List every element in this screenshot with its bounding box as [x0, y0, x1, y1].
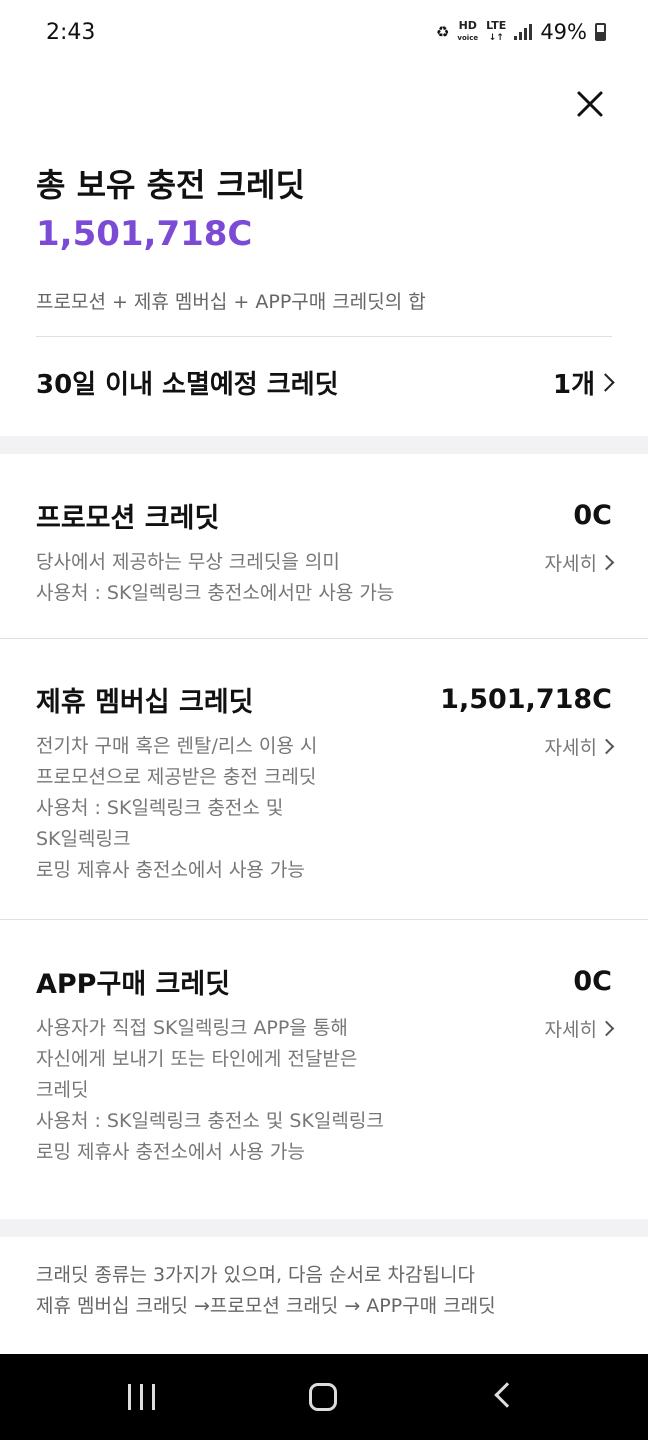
- divider: [36, 336, 612, 337]
- chevron-right-icon: [598, 1020, 615, 1037]
- description-line: 크레딧: [36, 1079, 89, 1101]
- section-description: 당사에서 제공하는 무상 크레딧을 의미 사용처 : SK일렉링크 충전소에서만…: [36, 547, 394, 609]
- expiring-credits-count-wrap: 1개: [552, 364, 615, 401]
- recycle-icon: ♻: [435, 23, 450, 41]
- total-credit-amount: 1,501,718C: [36, 214, 253, 254]
- description-line: 전기차 구매 혹은 렌탈/리스 이용 시: [36, 735, 318, 757]
- status-bar: 2:43 ♻ HD voice LTE ↓↑ 49%: [0, 0, 648, 66]
- close-button[interactable]: [570, 84, 610, 124]
- lte-label: LTE: [486, 19, 507, 32]
- description-line: 자신에게 보내기 또는 타인에게 전달받은: [36, 1048, 358, 1070]
- expiring-credits-row[interactable]: 30일 이내 소멸예정 크레딧 1개: [36, 360, 615, 404]
- section-value: 0C: [573, 966, 612, 997]
- chevron-right-icon: [598, 738, 615, 755]
- note-line: 제휴 멤버십 크래딧 →프로모션 크래딧 → APP구매 크래딧: [36, 1295, 496, 1317]
- description-line: 사용자가 직접 SK일렉링크 APP을 통해: [36, 1017, 348, 1039]
- details-label: 자세히: [544, 553, 597, 575]
- lte-icon: LTE ↓↑: [486, 20, 506, 44]
- expiring-credits-label: 30일 이내 소멸예정 크레딧: [36, 369, 339, 400]
- hd-voice-icon: HD voice: [457, 20, 478, 44]
- divider: [0, 919, 648, 920]
- battery-percent: 49%: [540, 20, 587, 44]
- promotion-credit-section: 프로모션 크레딧 0C 당사에서 제공하는 무상 크레딧을 의미 사용처 : S…: [36, 496, 615, 609]
- description-line: 로밍 제휴사 충전소에서 사용 가능: [36, 859, 305, 881]
- membership-credit-section: 제휴 멤버십 크레딧 1,501,718C 전기차 구매 혹은 렌탈/리스 이용…: [36, 680, 615, 886]
- section-description: 사용자가 직접 SK일렉링크 APP을 통해 자신에게 보내기 또는 타인에게 …: [36, 1013, 384, 1168]
- page-title: 총 보유 충전 크레딧: [36, 166, 305, 204]
- details-label: 자세히: [544, 737, 597, 759]
- home-button[interactable]: [309, 1383, 337, 1411]
- details-link[interactable]: 자세히: [544, 1013, 615, 1044]
- description-line: 당사에서 제공하는 무상 크레딧을 의미: [36, 551, 340, 573]
- description-line: 프로모션으로 제공받은 충전 크레딧: [36, 766, 317, 788]
- divider: [0, 638, 648, 639]
- status-time: 2:43: [46, 20, 96, 45]
- system-nav-bar: [0, 1354, 648, 1440]
- details-link[interactable]: 자세히: [544, 547, 615, 578]
- close-icon: [577, 91, 603, 117]
- section-title: APP구매 크레딧: [36, 969, 231, 1000]
- section-title: 제휴 멤버십 크레딧: [36, 687, 254, 718]
- deduction-order-note: 크래딧 종류는 3가지가 있으며, 다음 순서로 차감됩니다 제휴 멤버십 크래…: [36, 1260, 496, 1322]
- section-value: 0C: [573, 500, 612, 531]
- description-line: 사용처 : SK일렉링크 충전소 및: [36, 797, 284, 819]
- chevron-right-icon: [598, 554, 615, 571]
- section-title: 프로모션 크레딧: [36, 503, 220, 534]
- lte-arrows-icon: ↓↑: [488, 33, 504, 43]
- description-line: 로밍 제휴사 충전소에서 사용 가능: [36, 1141, 305, 1163]
- app-purchase-credit-section: APP구매 크레딧 0C 사용자가 직접 SK일렉링크 APP을 통해 자신에게…: [36, 962, 615, 1168]
- details-link[interactable]: 자세히: [544, 731, 615, 762]
- total-credit-description: 프로모션 + 제휴 멤버십 + APP구매 크레딧의 합: [36, 291, 426, 313]
- section-separator: [0, 436, 648, 454]
- hd-label: HD: [458, 19, 477, 32]
- section-value: 1,501,718C: [440, 684, 612, 715]
- battery-icon: [595, 23, 606, 41]
- recent-apps-button[interactable]: [128, 1384, 155, 1410]
- description-line: SK일렉링크: [36, 828, 131, 850]
- status-icons: ♻ HD voice LTE ↓↑ 49%: [436, 20, 606, 44]
- section-separator: [0, 1219, 648, 1237]
- details-label: 자세히: [544, 1019, 597, 1041]
- voice-label: voice: [457, 34, 479, 42]
- description-line: 사용처 : SK일렉링크 충전소 및 SK일렉링크: [36, 1110, 384, 1132]
- expiring-credits-count: 1개: [552, 369, 595, 400]
- back-button[interactable]: [494, 1382, 520, 1408]
- section-description: 전기차 구매 혹은 렌탈/리스 이용 시 프로모션으로 제공받은 충전 크레딧 …: [36, 731, 317, 886]
- note-line: 크래딧 종류는 3가지가 있으며, 다음 순서로 차감됩니다: [36, 1264, 475, 1286]
- chevron-right-icon: [596, 372, 615, 392]
- description-line: 사용처 : SK일렉링크 충전소에서만 사용 가능: [36, 582, 395, 604]
- signal-icon: [514, 24, 533, 40]
